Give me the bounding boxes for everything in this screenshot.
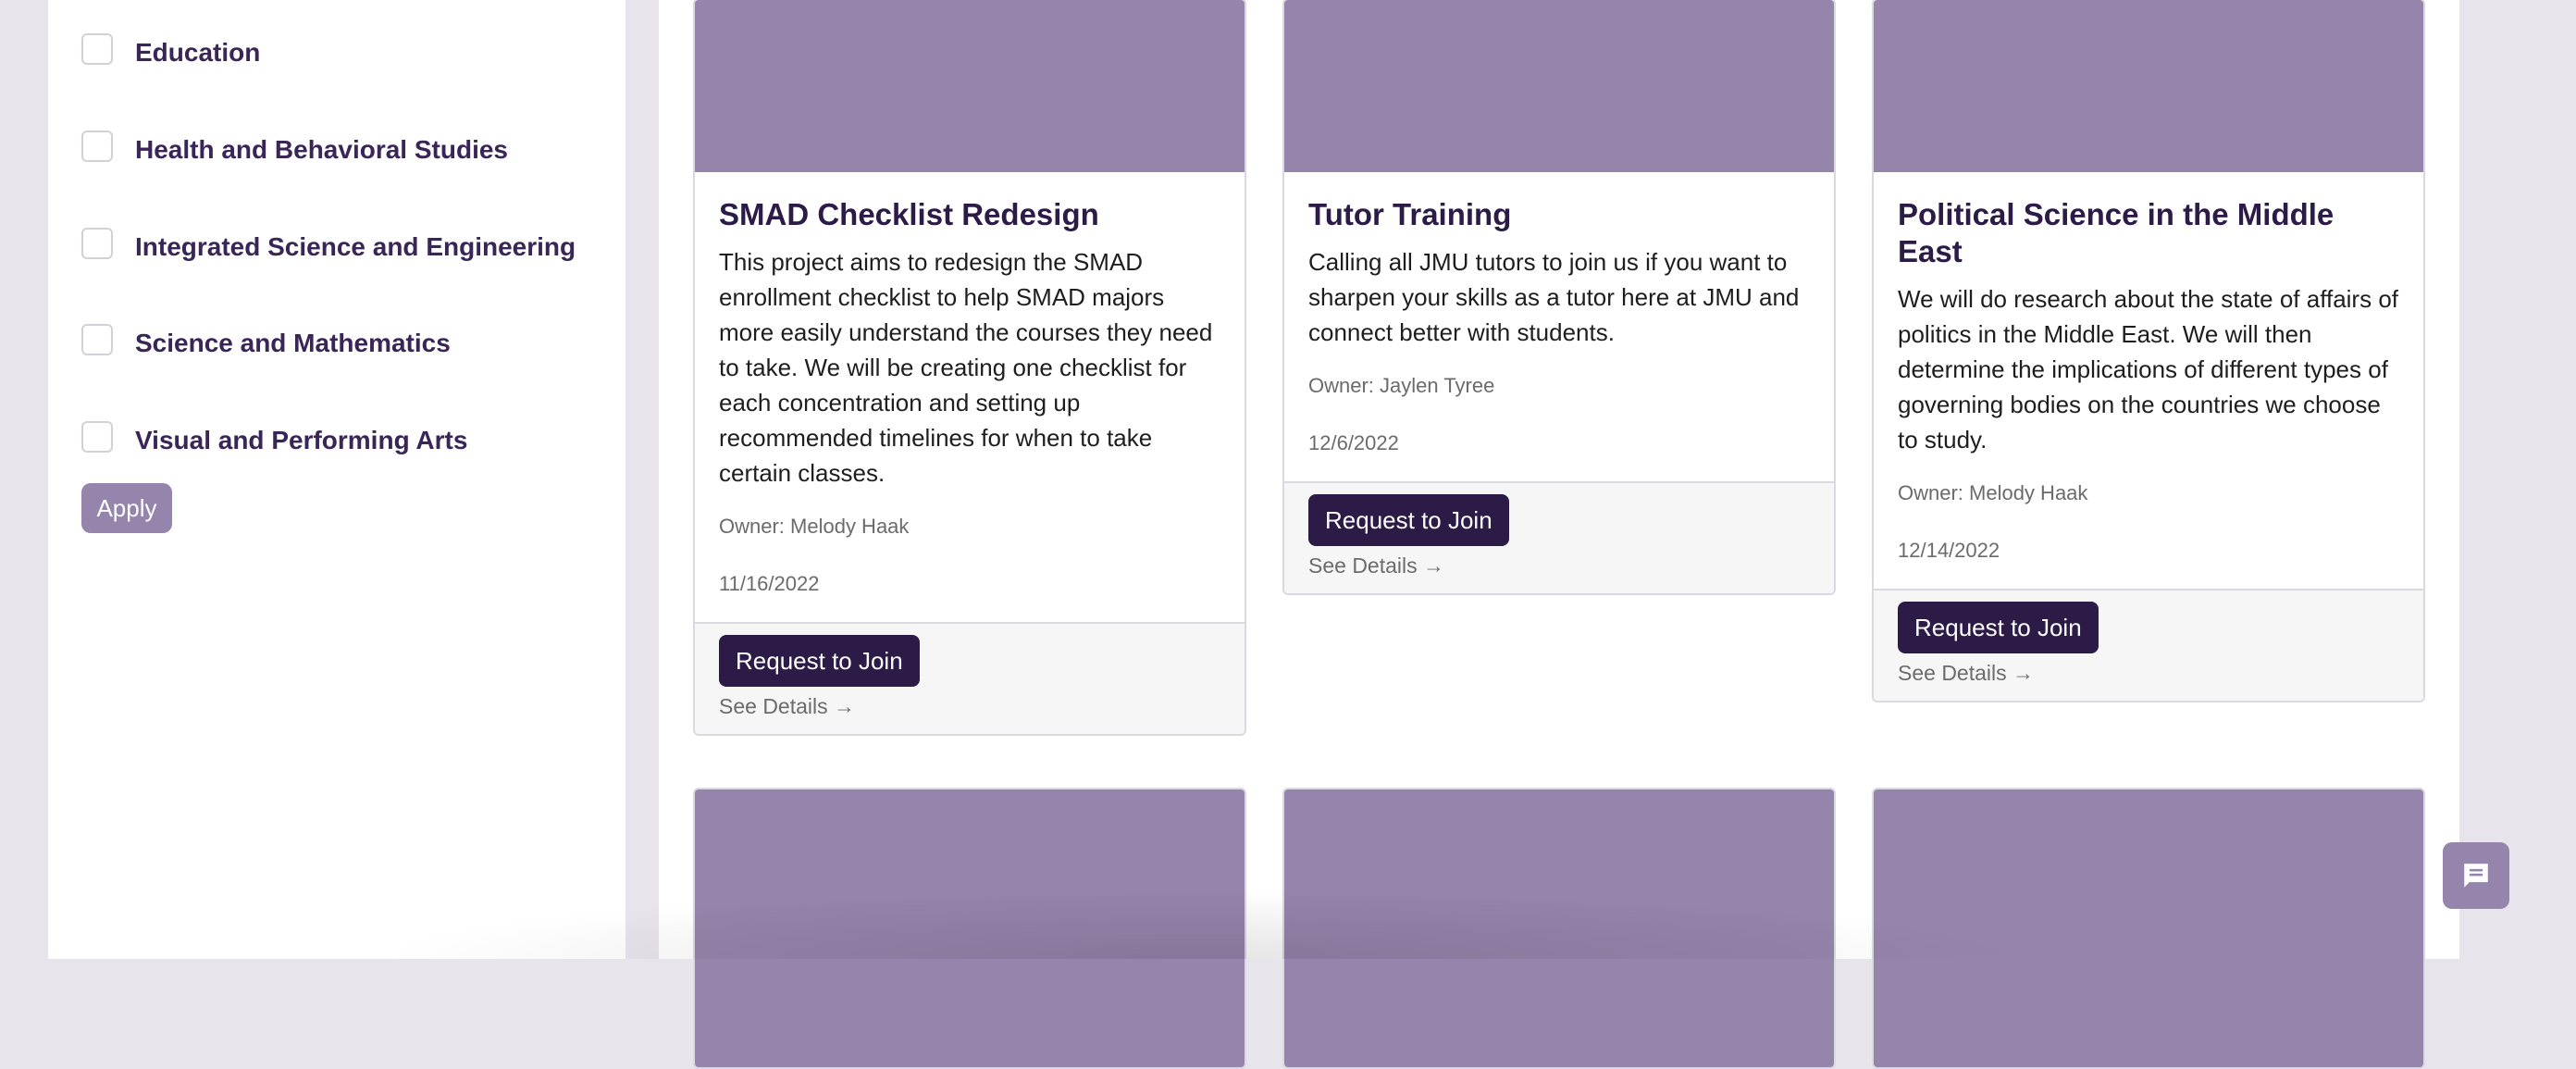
request-to-join-button[interactable]: Request to Join [1898,602,2099,653]
card-owner: Owner: Jaylen Tyree [1308,374,1495,397]
filter-visual-performing-arts[interactable]: Visual and Performing Arts [81,421,468,456]
card-description: We will do research about the state of a… [1898,285,2398,454]
chat-button[interactable] [2443,842,2509,909]
filter-science-mathematics[interactable]: Science and Mathematics [81,324,451,359]
card-footer: Request to Join See Details → [1874,589,2423,701]
card-description: This project aims to redesign the SMAD e… [719,248,1213,487]
filter-health-behavioral-studies[interactable]: Health and Behavioral Studies [81,131,508,166]
apply-button[interactable]: Apply [81,483,172,533]
filter-integrated-science[interactable]: Integrated Science and Engineering [81,228,576,263]
project-grid: SMAD Checklist Redesign This project aim… [659,0,2459,1069]
card-footer: Request to Join See Details → [695,622,1245,734]
science-mathematics-checkbox[interactable] [81,324,113,355]
see-details-link[interactable]: See Details → [719,694,1220,719]
card-image [1284,789,1834,1067]
card-image [695,789,1245,1067]
project-card [1282,788,1836,1069]
filter-label: Science and Mathematics [135,329,451,357]
chat-bubble-icon [2464,864,2488,888]
filter-label: Visual and Performing Arts [135,426,468,454]
filter-sidebar: Education Health and Behavioral Studies … [48,0,625,959]
project-card: Political Science in the Middle East We … [1872,0,2425,702]
card-title: Tutor Training [1308,197,1512,231]
project-card: Tutor Training Calling all JMU tutors to… [1282,0,1836,595]
filter-label: Health and Behavioral Studies [135,135,508,164]
card-body: SMAD Checklist Redesign This project aim… [695,172,1245,622]
card-owner: Owner: Melody Haak [1898,481,2088,504]
card-date: 12/6/2022 [1308,431,1399,454]
request-to-join-button[interactable]: Request to Join [719,635,920,687]
card-owner: Owner: Melody Haak [719,515,910,538]
card-title: Political Science in the Middle East [1898,197,2334,268]
see-details-link[interactable]: See Details → [1308,553,1810,578]
see-details-link[interactable]: See Details → [1898,661,2399,686]
card-body: Political Science in the Middle East We … [1874,172,2423,589]
card-title: SMAD Checklist Redesign [719,197,1099,231]
integrated-science-checkbox[interactable] [81,228,113,259]
card-date: 11/16/2022 [719,572,820,595]
card-image [695,0,1245,172]
card-description: Calling all JMU tutors to join us if you… [1308,248,1800,346]
card-image [1284,0,1834,172]
request-to-join-button[interactable]: Request to Join [1308,494,1509,546]
visual-performing-arts-checkbox[interactable] [81,421,113,453]
card-date: 12/14/2022 [1898,539,2000,562]
project-card [693,788,1246,1069]
card-body: Tutor Training Calling all JMU tutors to… [1284,172,1834,481]
card-image [1874,789,2423,1067]
project-card: SMAD Checklist Redesign This project aim… [693,0,1246,736]
filter-label: Integrated Science and Engineering [135,232,576,261]
health-behavioral-checkbox[interactable] [81,131,113,162]
card-footer: Request to Join See Details → [1284,481,1834,593]
filter-label: Education [135,38,261,67]
card-image [1874,0,2423,172]
project-card [1872,788,2425,1069]
education-checkbox[interactable] [81,33,113,65]
filter-education[interactable]: Education [81,33,261,68]
